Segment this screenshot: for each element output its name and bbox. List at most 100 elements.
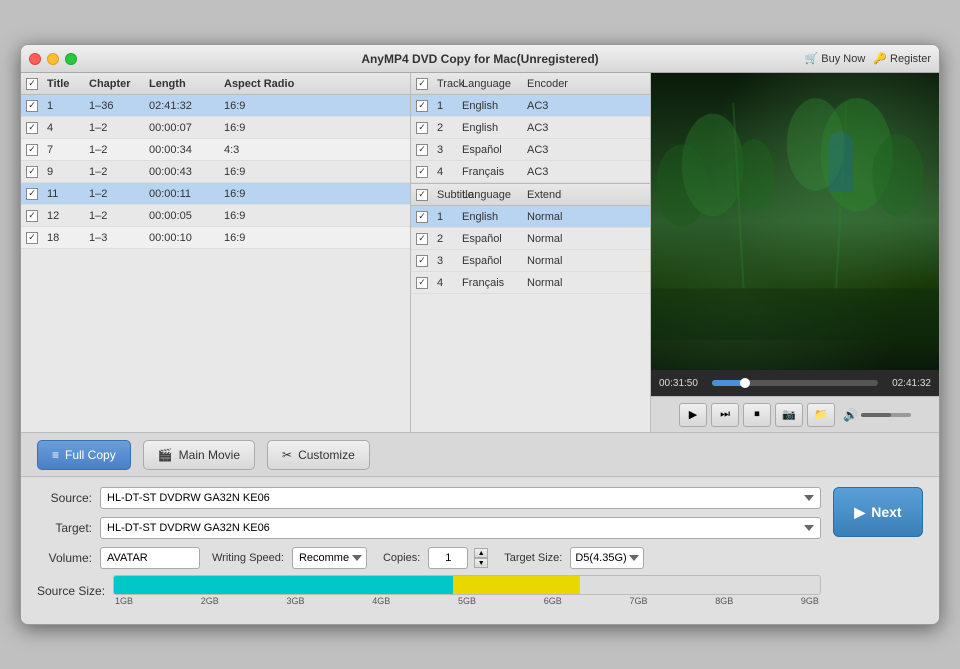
- table-row[interactable]: ✓ 11 1–2 00:00:11 16:9: [21, 183, 410, 205]
- row-check[interactable]: ✓: [26, 122, 38, 134]
- jungle-overlay: [651, 73, 939, 370]
- screenshot-button[interactable]: 📷: [775, 403, 803, 427]
- maximize-button[interactable]: [65, 53, 77, 65]
- stop-button[interactable]: ⏹: [743, 403, 771, 427]
- row-chapter: 1–2: [85, 188, 145, 200]
- top-section: ✓ Title Chapter Length Aspect Radio ✓ 1 …: [21, 73, 939, 433]
- table-row[interactable]: ✓ 18 1–3 00:00:10 16:9: [21, 227, 410, 249]
- volume-icon: 🔊: [843, 408, 858, 422]
- next-arrow-icon: ▶: [854, 504, 865, 521]
- copies-up[interactable]: ▲: [474, 548, 488, 558]
- volume-label: Volume:: [37, 551, 92, 565]
- track-check[interactable]: ✓: [416, 100, 428, 112]
- track-row[interactable]: ✓ 1 English AC3: [411, 95, 650, 117]
- skip-forward-button[interactable]: ⏭: [711, 403, 739, 427]
- track-row[interactable]: ✓ 3 Español AC3: [411, 139, 650, 161]
- source-select[interactable]: HL-DT-ST DVDRW GA32N KE06: [100, 487, 821, 509]
- subtitle-row[interactable]: ✓ 2 Español Normal: [411, 228, 650, 250]
- track-row[interactable]: ✓ 4 Français AC3: [411, 161, 650, 183]
- source-size-bar: [113, 575, 821, 595]
- size-bar-remaining: [580, 576, 820, 594]
- table-row[interactable]: ✓ 7 1–2 00:00:34 4:3: [21, 139, 410, 161]
- table-row[interactable]: ✓ 1 1–36 02:41:32 16:9: [21, 95, 410, 117]
- row-check[interactable]: ✓: [26, 100, 38, 112]
- row-chapter: 1–2: [85, 210, 145, 222]
- subtitle-row[interactable]: ✓ 3 Español Normal: [411, 250, 650, 272]
- copies-label: Copies:: [383, 552, 420, 564]
- writing-speed-label: Writing Speed:: [212, 552, 284, 564]
- copies-input[interactable]: [428, 547, 468, 569]
- table-row[interactable]: ✓ 4 1–2 00:00:07 16:9: [21, 117, 410, 139]
- track-table-header: ✓ Track Language Encoder: [411, 73, 650, 95]
- target-select[interactable]: HL-DT-ST DVDRW GA32N KE06: [100, 517, 821, 539]
- window-title: AnyMP4 DVD Copy for Mac(Unregistered): [361, 52, 598, 66]
- subtitle-check[interactable]: ✓: [416, 233, 428, 245]
- copies-stepper: ▲ ▼: [474, 548, 488, 568]
- table-row[interactable]: ✓ 9 1–2 00:00:43 16:9: [21, 161, 410, 183]
- title-bar: AnyMP4 DVD Copy for Mac(Unregistered) 🛒 …: [21, 45, 939, 73]
- row-aspect: 16:9: [220, 122, 300, 134]
- subtitle-row[interactable]: ✓ 1 English Normal: [411, 206, 650, 228]
- register-button[interactable]: 🔑 Register: [873, 52, 931, 65]
- subtitle-check[interactable]: ✓: [416, 277, 428, 289]
- main-movie-button[interactable]: 🎬 Main Movie: [143, 440, 255, 470]
- volume-input[interactable]: [100, 547, 200, 569]
- target-label: Target:: [37, 521, 92, 535]
- col-encoder: Encoder: [523, 78, 573, 90]
- volume-slider[interactable]: [861, 413, 911, 417]
- size-label-6gb: 6GB: [544, 596, 562, 606]
- track-check[interactable]: ✓: [416, 166, 428, 178]
- preview-controls: 00:31:50 02:41:32: [651, 370, 939, 396]
- target-row: Target: HL-DT-ST DVDRW GA32N KE06: [37, 517, 821, 539]
- size-label-1gb: 1GB: [115, 596, 133, 606]
- row-chapter: 1–3: [85, 232, 145, 244]
- size-label-4gb: 4GB: [372, 596, 390, 606]
- target-size-select[interactable]: D5(4.35G): [570, 547, 644, 569]
- table-row[interactable]: ✓ 12 1–2 00:00:05 16:9: [21, 205, 410, 227]
- col-language: Language: [458, 78, 523, 90]
- row-aspect: 16:9: [220, 232, 300, 244]
- writing-speed-select[interactable]: Recomme: [292, 547, 367, 569]
- track-row[interactable]: ✓ 2 English AC3: [411, 117, 650, 139]
- row-check[interactable]: ✓: [26, 210, 38, 222]
- row-length: 00:00:11: [145, 188, 220, 200]
- bottom-section: Source: HL-DT-ST DVDRW GA32N KE06 Target…: [21, 477, 939, 624]
- subtitle-check[interactable]: ✓: [416, 255, 428, 267]
- track-check[interactable]: ✓: [416, 122, 428, 134]
- track-check[interactable]: ✓: [416, 144, 428, 156]
- row-title: 18: [43, 232, 85, 244]
- subtitle-row[interactable]: ✓ 4 Français Normal: [411, 272, 650, 294]
- play-button[interactable]: ▶: [679, 403, 707, 427]
- preview-video: [651, 73, 939, 370]
- close-button[interactable]: [29, 53, 41, 65]
- row-title: 1: [43, 100, 85, 112]
- volume-row: Volume: Writing Speed: Recomme Copies: ▲…: [37, 547, 821, 569]
- total-time: 02:41:32: [886, 378, 931, 389]
- next-button[interactable]: ▶ Next: [833, 487, 923, 537]
- preview-panel: 00:31:50 02:41:32 ▶ ⏭ ⏹ 📷 📁 🔊: [651, 73, 939, 432]
- title-bar-actions: 🛒 Buy Now 🔑 Register: [805, 52, 931, 65]
- buy-now-button[interactable]: 🛒 Buy Now: [805, 52, 866, 65]
- row-check[interactable]: ✓: [26, 188, 38, 200]
- row-check[interactable]: ✓: [26, 144, 38, 156]
- subtitle-table-header: ✓ Subtitle Language Extend: [411, 184, 650, 206]
- minimize-button[interactable]: [47, 53, 59, 65]
- col-sub-language: Language: [458, 189, 523, 201]
- row-check[interactable]: ✓: [26, 232, 38, 244]
- row-title: 4: [43, 122, 85, 134]
- source-label: Source:: [37, 491, 92, 505]
- folder-button[interactable]: 📁: [807, 403, 835, 427]
- select-all-titles[interactable]: ✓: [26, 78, 38, 90]
- size-label-9gb: 9GB: [801, 596, 819, 606]
- row-check[interactable]: ✓: [26, 166, 38, 178]
- row-length: 00:00:34: [145, 144, 220, 156]
- subtitle-check[interactable]: ✓: [416, 211, 428, 223]
- select-all-tracks[interactable]: ✓: [416, 78, 428, 90]
- copies-down[interactable]: ▼: [474, 558, 488, 568]
- progress-bar[interactable]: [712, 380, 878, 386]
- full-copy-button[interactable]: ≡ Full Copy: [37, 440, 131, 470]
- select-all-subtitles[interactable]: ✓: [416, 189, 428, 201]
- row-length: 00:00:05: [145, 210, 220, 222]
- customize-button[interactable]: ✂ Customize: [267, 440, 370, 470]
- customize-label: Customize: [298, 448, 355, 462]
